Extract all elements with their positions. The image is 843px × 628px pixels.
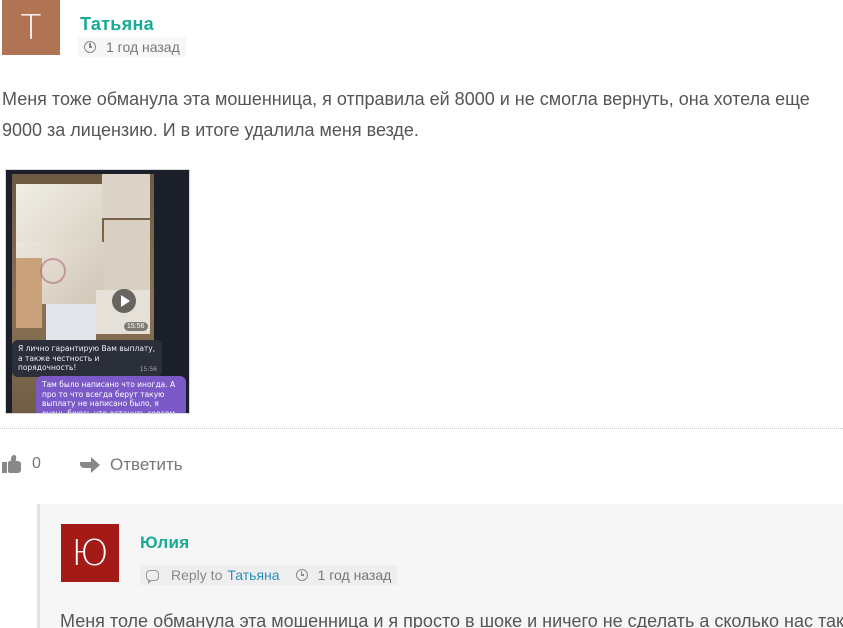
comment-bubble-icon: [146, 569, 159, 584]
thumbs-up-icon: [2, 455, 22, 473]
reply-arrow-icon: [80, 457, 100, 473]
reply-to-link[interactable]: Татьяна: [227, 567, 279, 583]
comment-meta: 1 год назад: [78, 37, 186, 57]
chat-bubble-time: 15:56: [139, 366, 157, 373]
comment-author[interactable]: Татьяна: [80, 14, 154, 35]
reply-button[interactable]: Ответить: [80, 455, 183, 475]
avatar: T: [2, 0, 60, 55]
reply-meta: Reply to Татьяна 1 год назад: [140, 565, 398, 585]
avatar: Ю: [61, 524, 119, 582]
video-time: 15:56: [124, 322, 148, 331]
chat-bubble-text: Там было написано что иногда. А про то ч…: [42, 380, 176, 414]
chat-bubble-outgoing: Там было написано что иногда. А про то ч…: [36, 376, 186, 414]
reply-time: 1 год назад: [317, 567, 392, 583]
play-icon[interactable]: [112, 289, 136, 313]
like-count: 0: [32, 455, 41, 472]
divider: [0, 428, 843, 429]
document-page: [16, 184, 102, 242]
document-card: [46, 304, 96, 342]
clock-icon: [84, 41, 96, 53]
reply-label: Ответить: [110, 455, 183, 474]
stamp-icon: [40, 258, 66, 284]
comment-time: 1 год назад: [106, 39, 180, 55]
document-photo: [102, 174, 150, 218]
clock-icon: [295, 569, 308, 581]
chat-bubble-incoming: Я лично гарантирую Вам выплату, а также …: [12, 340, 162, 377]
document-portrait: [16, 258, 42, 328]
attached-image[interactable]: 15:56 Я лично гарантирую Вам выплату, а …: [5, 169, 190, 414]
reply-author[interactable]: Юлия: [140, 533, 189, 553]
like-button[interactable]: 0: [2, 455, 41, 473]
chat-bubble-text: Я лично гарантирую Вам выплату, а также …: [18, 344, 156, 372]
reply-to-label: Reply to: [171, 567, 223, 583]
reply-text: Меня толе обманула эта мошенница и я про…: [60, 611, 843, 628]
comment-text: Меня тоже обманула эта мошенница, я отпр…: [2, 89, 810, 140]
